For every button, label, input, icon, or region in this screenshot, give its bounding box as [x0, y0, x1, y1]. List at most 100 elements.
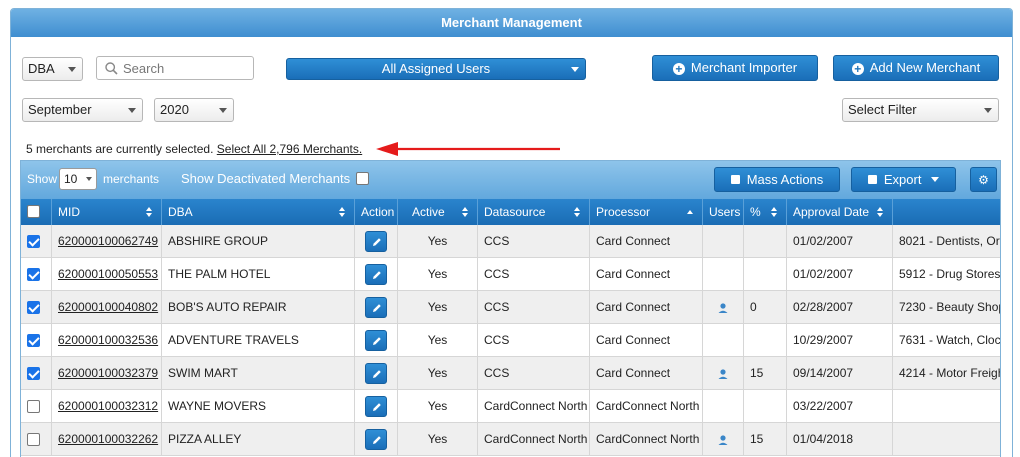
export-label: Export — [883, 172, 922, 187]
active-value: Yes — [427, 432, 448, 446]
page-size-value: 10 — [64, 172, 78, 186]
edit-button[interactable] — [365, 297, 387, 318]
chevron-down-icon — [128, 108, 136, 113]
edit-button[interactable] — [365, 429, 387, 450]
active-cell: Yes — [398, 225, 478, 258]
mcc-value: 7230 - Beauty Shops — [899, 300, 1001, 314]
table-row: 620000100032262 PIZZA ALLEY Yes CardConnect… — [21, 423, 1000, 456]
user-icon[interactable] — [717, 302, 729, 314]
row-checkbox[interactable] — [27, 334, 40, 347]
show-deactivated-checkbox[interactable] — [355, 172, 369, 185]
pencil-icon — [373, 403, 381, 411]
mcc-cell: 5912 - Drug Stores, Pharmacies — [893, 258, 1000, 291]
table-header: MID DBA Action Active Datasource Process… — [21, 199, 1000, 225]
mid-link[interactable]: 620000100032262 — [58, 432, 158, 446]
col-approval-date[interactable]: Approval Date — [787, 199, 893, 225]
edit-button[interactable] — [365, 231, 387, 252]
year-select[interactable]: 2020 — [154, 98, 234, 122]
datasource-value: CCS — [484, 366, 510, 380]
datasource-cell: CCS — [478, 225, 590, 258]
export-button[interactable]: Export — [851, 167, 956, 192]
row-checkbox[interactable] — [27, 433, 40, 446]
row-select-cell — [21, 357, 52, 390]
select-all-checkbox[interactable] — [27, 205, 40, 218]
col-processor[interactable]: Processor — [590, 199, 703, 225]
sort-asc-icon — [687, 207, 694, 217]
sort-icon — [771, 207, 778, 217]
sort-icon — [574, 207, 581, 217]
processor-value: CardConnect North — [596, 432, 700, 446]
assigned-users-select[interactable]: All Assigned Users — [286, 58, 586, 80]
chevron-down-icon — [571, 67, 579, 72]
mcc-cell — [893, 390, 1000, 423]
user-icon[interactable] — [717, 434, 729, 446]
show-deactivated-toggle[interactable]: Show Deactivated Merchants — [181, 171, 369, 186]
active-value: Yes — [427, 267, 448, 281]
dba-cell: SWIM MART — [162, 357, 355, 390]
mid-link[interactable]: 620000100032312 — [58, 399, 158, 413]
field-select[interactable]: DBA — [22, 57, 83, 81]
filter-select-value: Select Filter — [848, 102, 917, 117]
action-cell — [355, 258, 398, 291]
field-select-value: DBA — [28, 61, 55, 76]
row-checkbox[interactable] — [27, 268, 40, 281]
select-all-link[interactable]: Select All 2,796 Merchants. — [217, 142, 362, 156]
assigned-users-label: All Assigned Users — [381, 61, 491, 76]
col-percent[interactable]: % — [744, 199, 787, 225]
chevron-down-icon — [86, 177, 92, 181]
merchant-importer-label: Merchant Importer — [690, 60, 798, 75]
edit-button[interactable] — [365, 330, 387, 351]
settings-button[interactable]: ⚙ — [970, 167, 997, 192]
active-cell: Yes — [398, 390, 478, 423]
active-value: Yes — [427, 333, 448, 347]
mcc-cell: 7631 - Watch, Clock — [893, 324, 1000, 357]
plus-circle-icon: + — [851, 63, 864, 75]
mid-link[interactable]: 620000100062749 — [58, 234, 158, 248]
filter-select[interactable]: Select Filter — [842, 98, 999, 122]
page-size-select[interactable]: 10 — [59, 168, 97, 190]
mass-actions-button[interactable]: Mass Actions — [714, 167, 840, 192]
row-select-cell — [21, 291, 52, 324]
action-cell — [355, 423, 398, 456]
row-checkbox[interactable] — [27, 235, 40, 248]
table-row: 620000100062749 ABSHIRE GROUP Yes CCS Card C… — [21, 225, 1000, 258]
plus-circle-icon: + — [672, 63, 685, 75]
search-field[interactable] — [96, 56, 254, 80]
chevron-down-icon — [219, 108, 227, 113]
search-input[interactable] — [123, 60, 248, 76]
merchant-importer-button[interactable]: + Merchant Importer — [652, 55, 818, 81]
row-checkbox[interactable] — [27, 400, 40, 413]
mid-link[interactable]: 620000100050553 — [58, 267, 158, 281]
dba-value: THE PALM HOTEL — [168, 267, 271, 281]
mid-link[interactable]: 620000100032536 — [58, 333, 158, 347]
col-dba-label: DBA — [168, 205, 193, 219]
edit-button[interactable] — [365, 396, 387, 417]
mid-link[interactable]: 620000100040802 — [58, 300, 158, 314]
select-all-cell — [21, 199, 52, 225]
mid-link[interactable]: 620000100032379 — [58, 366, 158, 380]
row-checkbox[interactable] — [27, 301, 40, 314]
pencil-icon — [373, 304, 381, 312]
month-select[interactable]: September — [22, 98, 143, 122]
mcc-cell: 4214 - Motor Freight — [893, 357, 1000, 390]
row-checkbox[interactable] — [27, 367, 40, 380]
add-new-merchant-button[interactable]: + Add New Merchant — [833, 55, 999, 81]
col-active[interactable]: Active — [398, 199, 478, 225]
dba-value: SWIM MART — [168, 366, 238, 380]
sort-icon — [146, 207, 153, 217]
table-row: 620000100032379 SWIM MART Yes CCS Card Conne… — [21, 357, 1000, 390]
datasource-value: CardConnect North — [484, 432, 588, 446]
selection-text: 5 merchants are currently selected. — [26, 142, 214, 156]
edit-button[interactable] — [365, 264, 387, 285]
dba-value: ADVENTURE TRAVELS — [168, 333, 299, 347]
dba-value: BOB'S AUTO REPAIR — [168, 300, 287, 314]
user-icon[interactable] — [717, 368, 729, 380]
action-cell — [355, 357, 398, 390]
datasource-value: CardConnect North — [484, 399, 588, 413]
dba-cell: WAYNE MOVERS — [162, 390, 355, 423]
edit-button[interactable] — [365, 363, 387, 384]
col-mid[interactable]: MID — [52, 199, 162, 225]
action-cell — [355, 291, 398, 324]
col-dba[interactable]: DBA — [162, 199, 355, 225]
col-datasource[interactable]: Datasource — [478, 199, 590, 225]
